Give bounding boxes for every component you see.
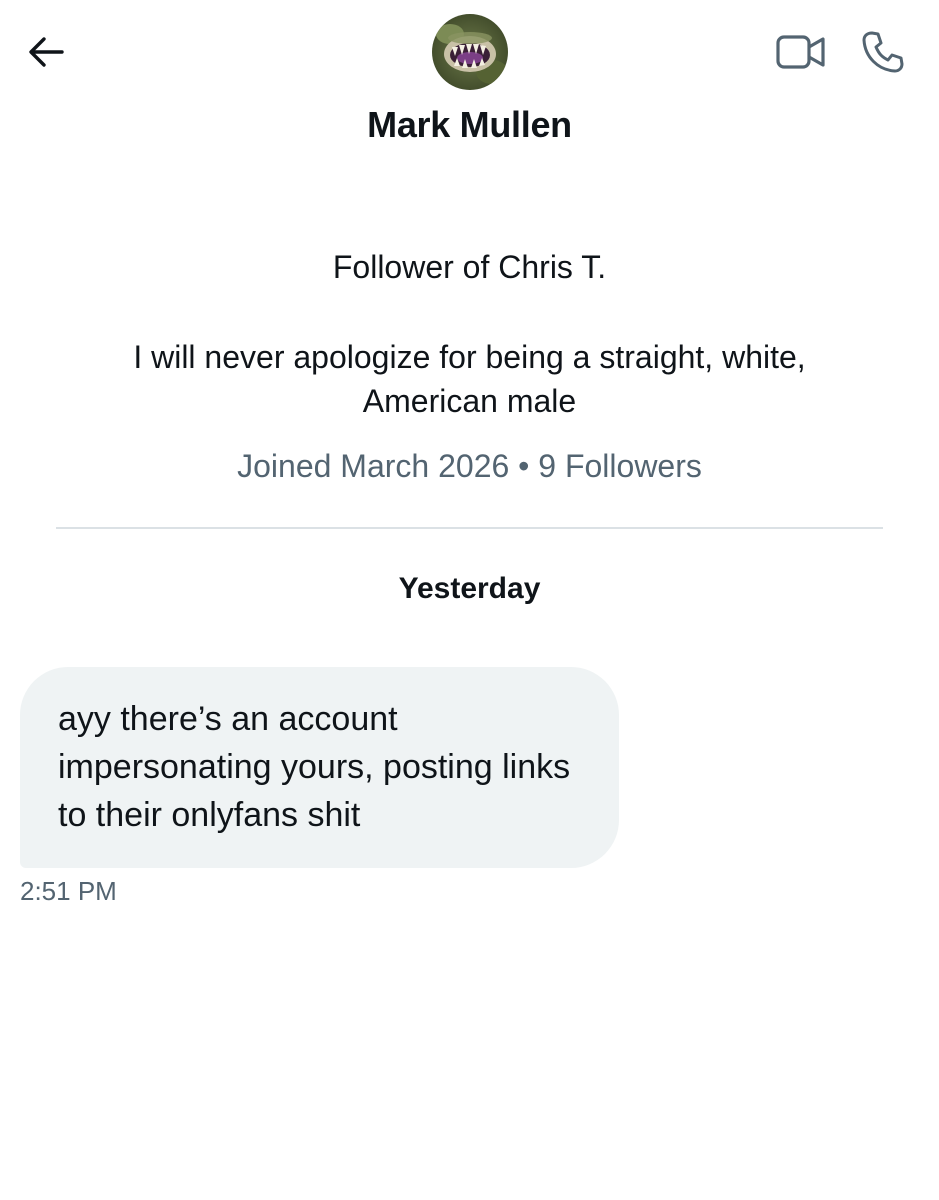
phone-icon — [862, 31, 904, 73]
bio-line-2: I will never apologize for being a strai… — [133, 339, 806, 419]
meta-separator: • — [518, 448, 530, 484]
dm-conversation-screen: Mark Mullen Follower of Chris T. I will … — [0, 0, 939, 1200]
message-bubble[interactable]: ayy there’s an account impersonating you… — [20, 667, 619, 868]
divider — [56, 527, 883, 529]
voice-call-button[interactable] — [857, 28, 909, 76]
followers-count[interactable]: 9 Followers — [538, 448, 702, 484]
video-camera-icon — [776, 35, 825, 69]
joined-date: Joined March 2026 — [237, 448, 510, 484]
contact-name[interactable]: Mark Mullen — [0, 104, 939, 146]
header-actions — [775, 28, 909, 76]
message-text: ayy there’s an account impersonating you… — [58, 700, 571, 834]
video-call-button[interactable] — [775, 28, 827, 76]
arrow-left-icon — [29, 37, 64, 67]
message-timestamp: 2:51 PM — [20, 876, 117, 906]
profile-bio: Follower of Chris T. I will never apolog… — [40, 245, 899, 423]
avatar[interactable] — [432, 14, 508, 90]
avatar-image — [432, 14, 508, 90]
profile-meta: Joined March 2026 • 9 Followers — [0, 448, 939, 485]
back-button[interactable] — [22, 28, 70, 76]
bio-line-1: Follower of Chris T. — [332, 249, 607, 285]
day-label: Yesterday — [398, 572, 541, 605]
